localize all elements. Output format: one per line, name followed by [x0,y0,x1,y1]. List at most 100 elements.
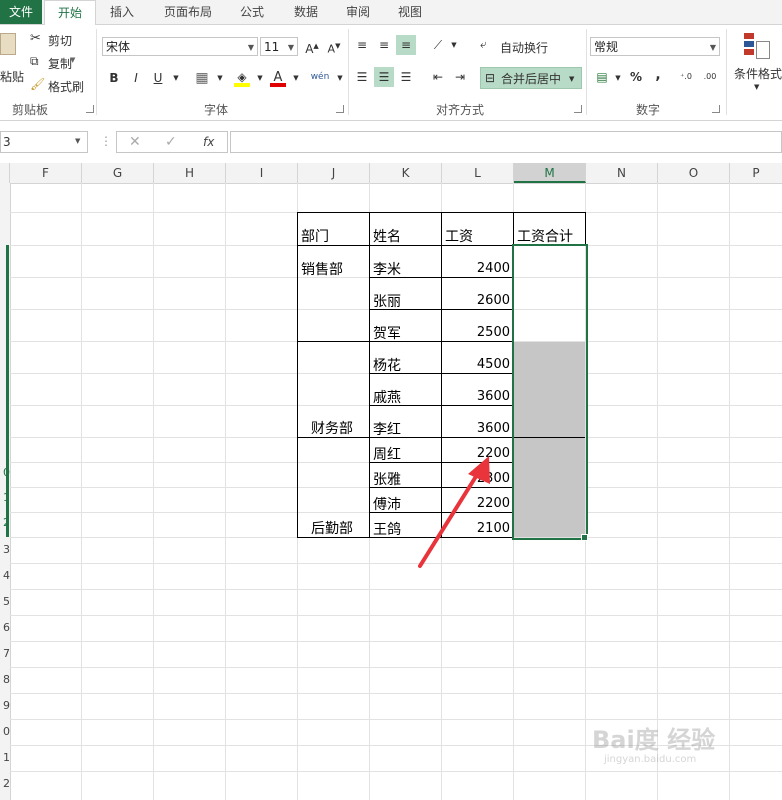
row-header[interactable]: 1 [0,751,10,764]
tab-file[interactable]: 文件 [0,0,42,24]
column-header-k[interactable]: K [370,163,442,183]
column-header-j[interactable]: J [298,163,370,183]
font-dialog-launcher[interactable] [336,105,344,113]
tab-page-layout[interactable]: 页面布局 [156,0,220,24]
column-header-o[interactable]: O [658,163,730,183]
borders-icon[interactable]: ▦ [192,68,212,88]
column-header-l[interactable]: L [442,163,514,183]
comma-style-button[interactable]: , [648,65,668,85]
employee-name[interactable]: 杨花 [373,355,401,375]
column-header-n[interactable]: N [586,163,658,183]
salary-value[interactable]: 3600 [450,421,510,436]
chevron-down-icon[interactable]: ▼ [608,68,628,88]
employee-name[interactable]: 戚燕 [373,387,401,407]
copy-button[interactable]: ⧉ 复制 ▼ [30,54,80,71]
align-left-icon[interactable]: ☰ [352,67,372,87]
row-header[interactable]: 1 [0,491,10,504]
font-color-button[interactable]: A [268,67,288,87]
salary-value[interactable]: 2600 [450,293,510,308]
number-format-combo[interactable]: 常规 ▼ [590,37,720,56]
salary-value[interactable]: 2400 [450,261,510,276]
employee-name[interactable]: 张雅 [373,469,401,489]
salary-value[interactable]: 2500 [450,325,510,340]
font-size-combo[interactable]: 11 ▼ [260,37,298,56]
column-header-i[interactable]: I [226,163,298,183]
number-dialog-launcher[interactable] [712,105,720,113]
merge-center-button[interactable]: ⊟ 合并后居中 ▼ [480,67,582,89]
row-header[interactable]: 8 [0,673,10,686]
select-all-corner[interactable] [0,163,10,183]
align-middle-icon[interactable]: ≡ [374,35,394,55]
row-header[interactable]: 5 [0,595,10,608]
department-logistics[interactable]: 后勤部 [311,518,353,538]
clipboard-dialog-launcher[interactable] [86,105,94,113]
decrease-decimal-icon[interactable]: .00 [700,67,720,87]
name-box[interactable]: 3 ▼ [0,131,88,153]
formula-input[interactable] [230,131,782,153]
row-header[interactable]: 2 [0,777,10,790]
align-center-icon[interactable]: ☰ [374,67,394,87]
fill-handle[interactable] [581,534,588,541]
column-header-h[interactable]: H [154,163,226,183]
underline-button[interactable]: U [148,68,168,88]
column-header-f[interactable]: F [10,163,82,183]
row-header[interactable]: 0 [0,466,10,479]
tab-data[interactable]: 数据 [282,0,330,24]
chevron-down-icon[interactable]: ▼ [330,68,350,88]
grow-font-button[interactable]: A▲ [302,36,322,56]
chevron-down-icon[interactable]: ▼ [286,68,306,88]
insert-function-icon[interactable]: fx [203,135,214,149]
header-department[interactable]: 部门 [301,226,329,246]
conditional-formatting-button[interactable]: 条件格式 ▼ [734,31,782,101]
tab-home[interactable]: 开始 [44,0,96,26]
increase-decimal-icon[interactable]: ⁺.0 [676,67,696,87]
italic-button[interactable]: I [126,68,146,88]
salary-value[interactable]: 4500 [450,357,510,372]
chevron-down-icon[interactable]: ▼ [250,68,270,88]
format-painter-button[interactable]: 🖌 格式刷 [30,77,86,94]
header-name[interactable]: 姓名 [373,226,401,246]
employee-name[interactable]: 李米 [373,259,401,279]
tab-formulas[interactable]: 公式 [228,0,276,24]
phonetic-guide-icon[interactable]: wén [310,67,330,87]
column-header-g[interactable]: G [82,163,154,183]
department-sales[interactable]: 销售部 [301,259,343,279]
align-right-icon[interactable]: ☰ [396,67,416,87]
row-header[interactable]: 0 [0,725,10,738]
salary-value[interactable]: 3600 [450,389,510,404]
header-salary-total[interactable]: 工资合计 [517,226,573,246]
cancel-icon[interactable]: ✕ [129,134,141,150]
tab-review[interactable]: 审阅 [336,0,380,24]
align-bottom-icon[interactable]: ≡ [396,35,416,55]
wrap-text-button[interactable]: ⤶ 自动换行 [480,37,580,57]
column-header-m[interactable]: M [514,163,586,183]
employee-name[interactable]: 傅沛 [373,494,401,514]
tab-insert[interactable]: 插入 [100,0,144,24]
enter-icon[interactable]: ✓ [165,134,177,150]
row-header[interactable]: 2 [0,516,10,529]
employee-name[interactable]: 周红 [373,444,401,464]
row-header[interactable]: 4 [0,569,10,582]
paste-button[interactable]: 粘贴 [0,33,24,84]
header-salary[interactable]: 工资 [445,226,473,246]
row-header[interactable]: 3 [0,543,10,556]
decrease-indent-icon[interactable]: ⇤ [428,67,448,87]
alignment-dialog-launcher[interactable] [574,105,582,113]
font-name-combo[interactable]: 宋体 ▼ [102,37,258,56]
row-header[interactable]: 6 [0,621,10,634]
chevron-down-icon[interactable]: ▼ [444,35,464,55]
shrink-font-button[interactable]: A▼ [324,36,344,56]
percent-style-button[interactable]: % [626,67,646,87]
selection-outline[interactable] [512,244,588,540]
chevron-down-icon[interactable]: ▼ [210,68,230,88]
column-header-p[interactable]: P [730,163,782,183]
cut-button[interactable]: ✂ 剪切 [30,31,78,48]
employee-name[interactable]: 张丽 [373,291,401,311]
chevron-down-icon[interactable]: ▼ [166,68,186,88]
row-header[interactable]: 7 [0,647,10,660]
row-header[interactable]: 9 [0,699,10,712]
employee-name[interactable]: 李红 [373,419,401,439]
fill-color-button[interactable]: ◈ [232,67,252,87]
increase-indent-icon[interactable]: ⇥ [450,67,470,87]
department-finance[interactable]: 财务部 [311,418,353,438]
